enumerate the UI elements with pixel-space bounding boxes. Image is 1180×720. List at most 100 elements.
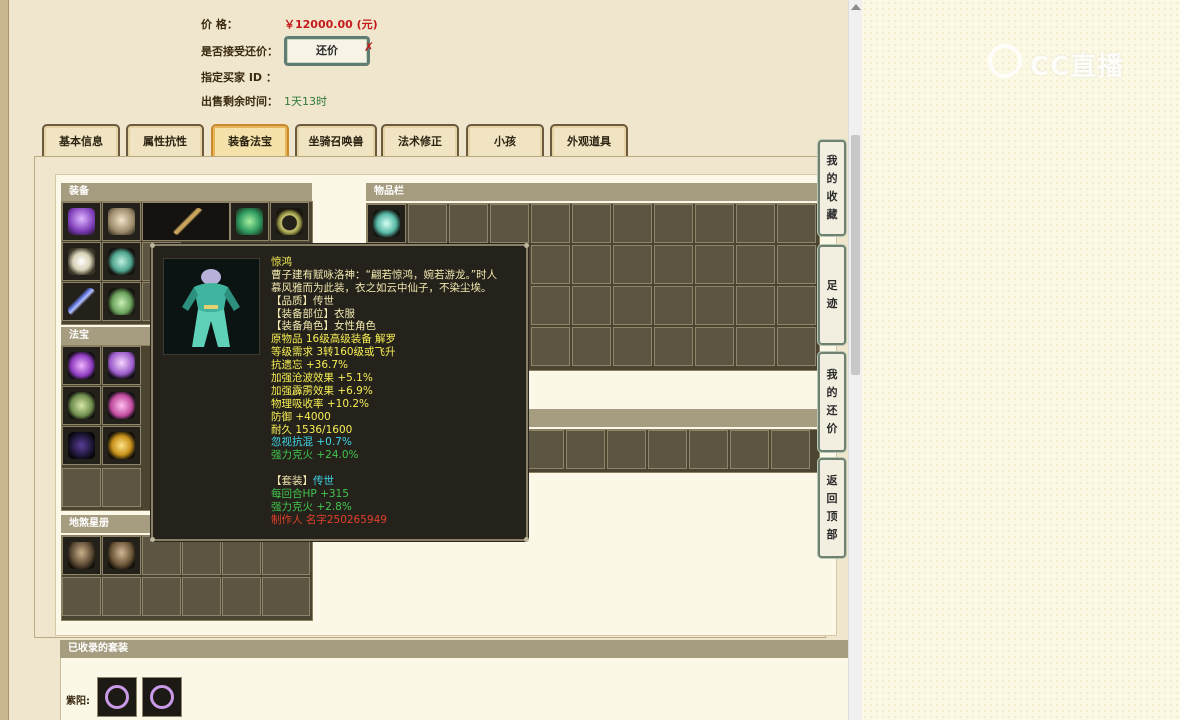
equipment-slot[interactable] (102, 242, 141, 281)
treasure-slot[interactable] (62, 386, 101, 425)
equipment-slot[interactable] (142, 202, 230, 241)
inventory-slot-empty[interactable] (695, 204, 734, 243)
counter-offer-button[interactable]: 还价 (284, 36, 370, 66)
inventory-slot-empty[interactable] (777, 245, 816, 284)
tab-attributes[interactable]: 属性抗性 (126, 124, 204, 158)
inventory-slot-empty[interactable] (572, 245, 611, 284)
equipment-slot[interactable] (62, 202, 101, 241)
inventory-slot-empty[interactable] (695, 327, 734, 366)
inventory-slot-empty[interactable] (777, 286, 816, 325)
earth-star-slot-empty[interactable] (102, 577, 141, 616)
inventory-slot-empty[interactable] (736, 286, 775, 325)
inventory-slot-empty[interactable] (531, 245, 570, 284)
my-favorites-button[interactable]: 我 的 收 藏 (818, 140, 846, 236)
earth-star-slot[interactable] (62, 536, 101, 575)
inventory-slot-empty[interactable] (613, 245, 652, 284)
earth-star-slot-empty[interactable] (142, 577, 181, 616)
treasure-slot[interactable] (102, 346, 141, 385)
inventory-slot-empty[interactable] (449, 204, 488, 243)
inventory-slot-empty[interactable] (654, 204, 693, 243)
earth-star-slot-empty[interactable] (182, 577, 221, 616)
tab-spell-mods[interactable]: 法术修正 (381, 124, 459, 158)
inventory-slot-empty[interactable] (777, 327, 816, 366)
side-button-char: 足 (826, 279, 838, 292)
equipment-slot[interactable] (62, 282, 101, 321)
inventory-slot-empty[interactable] (531, 286, 570, 325)
tooltip-line: 原物品 16级高级装备 解罗 (271, 333, 397, 346)
earth-star-slot-empty[interactable] (142, 536, 181, 575)
set-item[interactable] (97, 677, 137, 717)
history-button[interactable]: 足 迹 (818, 245, 846, 345)
earth-star-slot[interactable] (102, 536, 141, 575)
inventory-slot-empty[interactable] (408, 204, 447, 243)
equipment-slot[interactable] (230, 202, 269, 241)
tab-basic-info[interactable]: 基本信息 (42, 124, 120, 158)
storage-slot-empty[interactable] (771, 430, 810, 469)
inventory-slot-empty[interactable] (736, 327, 775, 366)
back-to-top-button[interactable]: 返 回 顶 部 (818, 458, 846, 558)
side-button-char: 返 (826, 474, 838, 487)
earth-star-slot-empty[interactable] (62, 577, 101, 616)
treasure-slot[interactable] (102, 386, 141, 425)
earth-star-slot-empty[interactable] (222, 577, 261, 616)
set-item[interactable] (142, 677, 182, 717)
equipment-slot[interactable] (102, 202, 141, 241)
treasure-slot[interactable] (102, 426, 141, 465)
inventory-slot-empty[interactable] (654, 286, 693, 325)
tooltip-line: 耐久 1536/1600 (271, 423, 353, 436)
earth-star-slot-empty[interactable] (262, 577, 310, 616)
tab-mounts-pets[interactable]: 坐骑召唤兽 (295, 124, 377, 158)
inventory-slot-empty[interactable] (572, 327, 611, 366)
tab-appearance[interactable]: 外观道具 (550, 124, 628, 158)
inventory-slot-empty[interactable] (490, 204, 529, 243)
treasure-slot[interactable] (62, 346, 101, 385)
treasure-slot[interactable] (62, 426, 101, 465)
remaining-time-value: 1天13时 (284, 95, 327, 108)
inventory-slot-empty[interactable] (531, 204, 570, 243)
inventory-slot-empty[interactable] (736, 245, 775, 284)
earth-star-slot-empty[interactable] (262, 536, 310, 575)
equipment-slot[interactable] (62, 242, 101, 281)
inventory-slot-empty[interactable] (613, 327, 652, 366)
earth-star-slot-empty[interactable] (182, 536, 221, 575)
inventory-slot-empty[interactable] (654, 327, 693, 366)
side-button-char: 迹 (826, 297, 838, 310)
inventory-slot[interactable] (367, 204, 406, 243)
storage-slot-empty[interactable] (525, 430, 564, 469)
left-border (0, 0, 9, 720)
inventory-slot-empty[interactable] (695, 286, 734, 325)
storage-slot-empty[interactable] (566, 430, 605, 469)
inventory-slot-empty[interactable] (613, 286, 652, 325)
treasure-slot-empty[interactable] (62, 468, 101, 507)
scroll-up-arrow-icon[interactable] (851, 4, 861, 10)
tooltip-lines: 曹子建有赋咏洛神：“翩若惊鸿，婉若游龙。”时人 慕风雅而为此装，衣之如云中仙子，不… (271, 269, 521, 527)
whip-weapon-icon (173, 208, 203, 235)
equipment-slot[interactable] (270, 202, 309, 241)
earth-star-slot-empty[interactable] (222, 536, 261, 575)
storage-slot-empty[interactable] (730, 430, 769, 469)
inventory-slot-empty[interactable] (777, 204, 816, 243)
storage-slot-empty[interactable] (607, 430, 646, 469)
tab-child[interactable]: 小孩 (466, 124, 544, 158)
tooltip-line: 加强沧波效果 +5.1% (271, 372, 373, 385)
item-name: 惊鸿 (271, 256, 292, 268)
inventory-slot-empty[interactable] (572, 286, 611, 325)
scrollbar-thumb[interactable] (851, 135, 860, 375)
inventory-slot-empty[interactable] (613, 204, 652, 243)
inventory-slot-empty[interactable] (572, 204, 611, 243)
tooltip-line: 防御 +4000 (271, 410, 331, 423)
tooltip-line: 曹子建有赋咏洛神：“翩若惊鸿，婉若游龙。”时人 (271, 268, 498, 281)
inventory-slot-empty[interactable] (531, 327, 570, 366)
inventory-slot-empty[interactable] (654, 245, 693, 284)
storage-slot-empty[interactable] (648, 430, 687, 469)
tab-equipment[interactable]: 装备法宝 (211, 124, 289, 158)
inventory-slot-empty[interactable] (695, 245, 734, 284)
treasure-slot-empty[interactable] (102, 468, 141, 507)
storage-slot-empty[interactable] (689, 430, 728, 469)
dark-orb-icon (68, 432, 95, 459)
inventory-slot-empty[interactable] (736, 204, 775, 243)
green-boots-icon (108, 288, 135, 315)
my-counter-offers-button[interactable]: 我 的 还 价 (818, 352, 846, 452)
equipment-slot[interactable] (102, 282, 141, 321)
watermark-text: CC直播 (1030, 52, 1125, 82)
